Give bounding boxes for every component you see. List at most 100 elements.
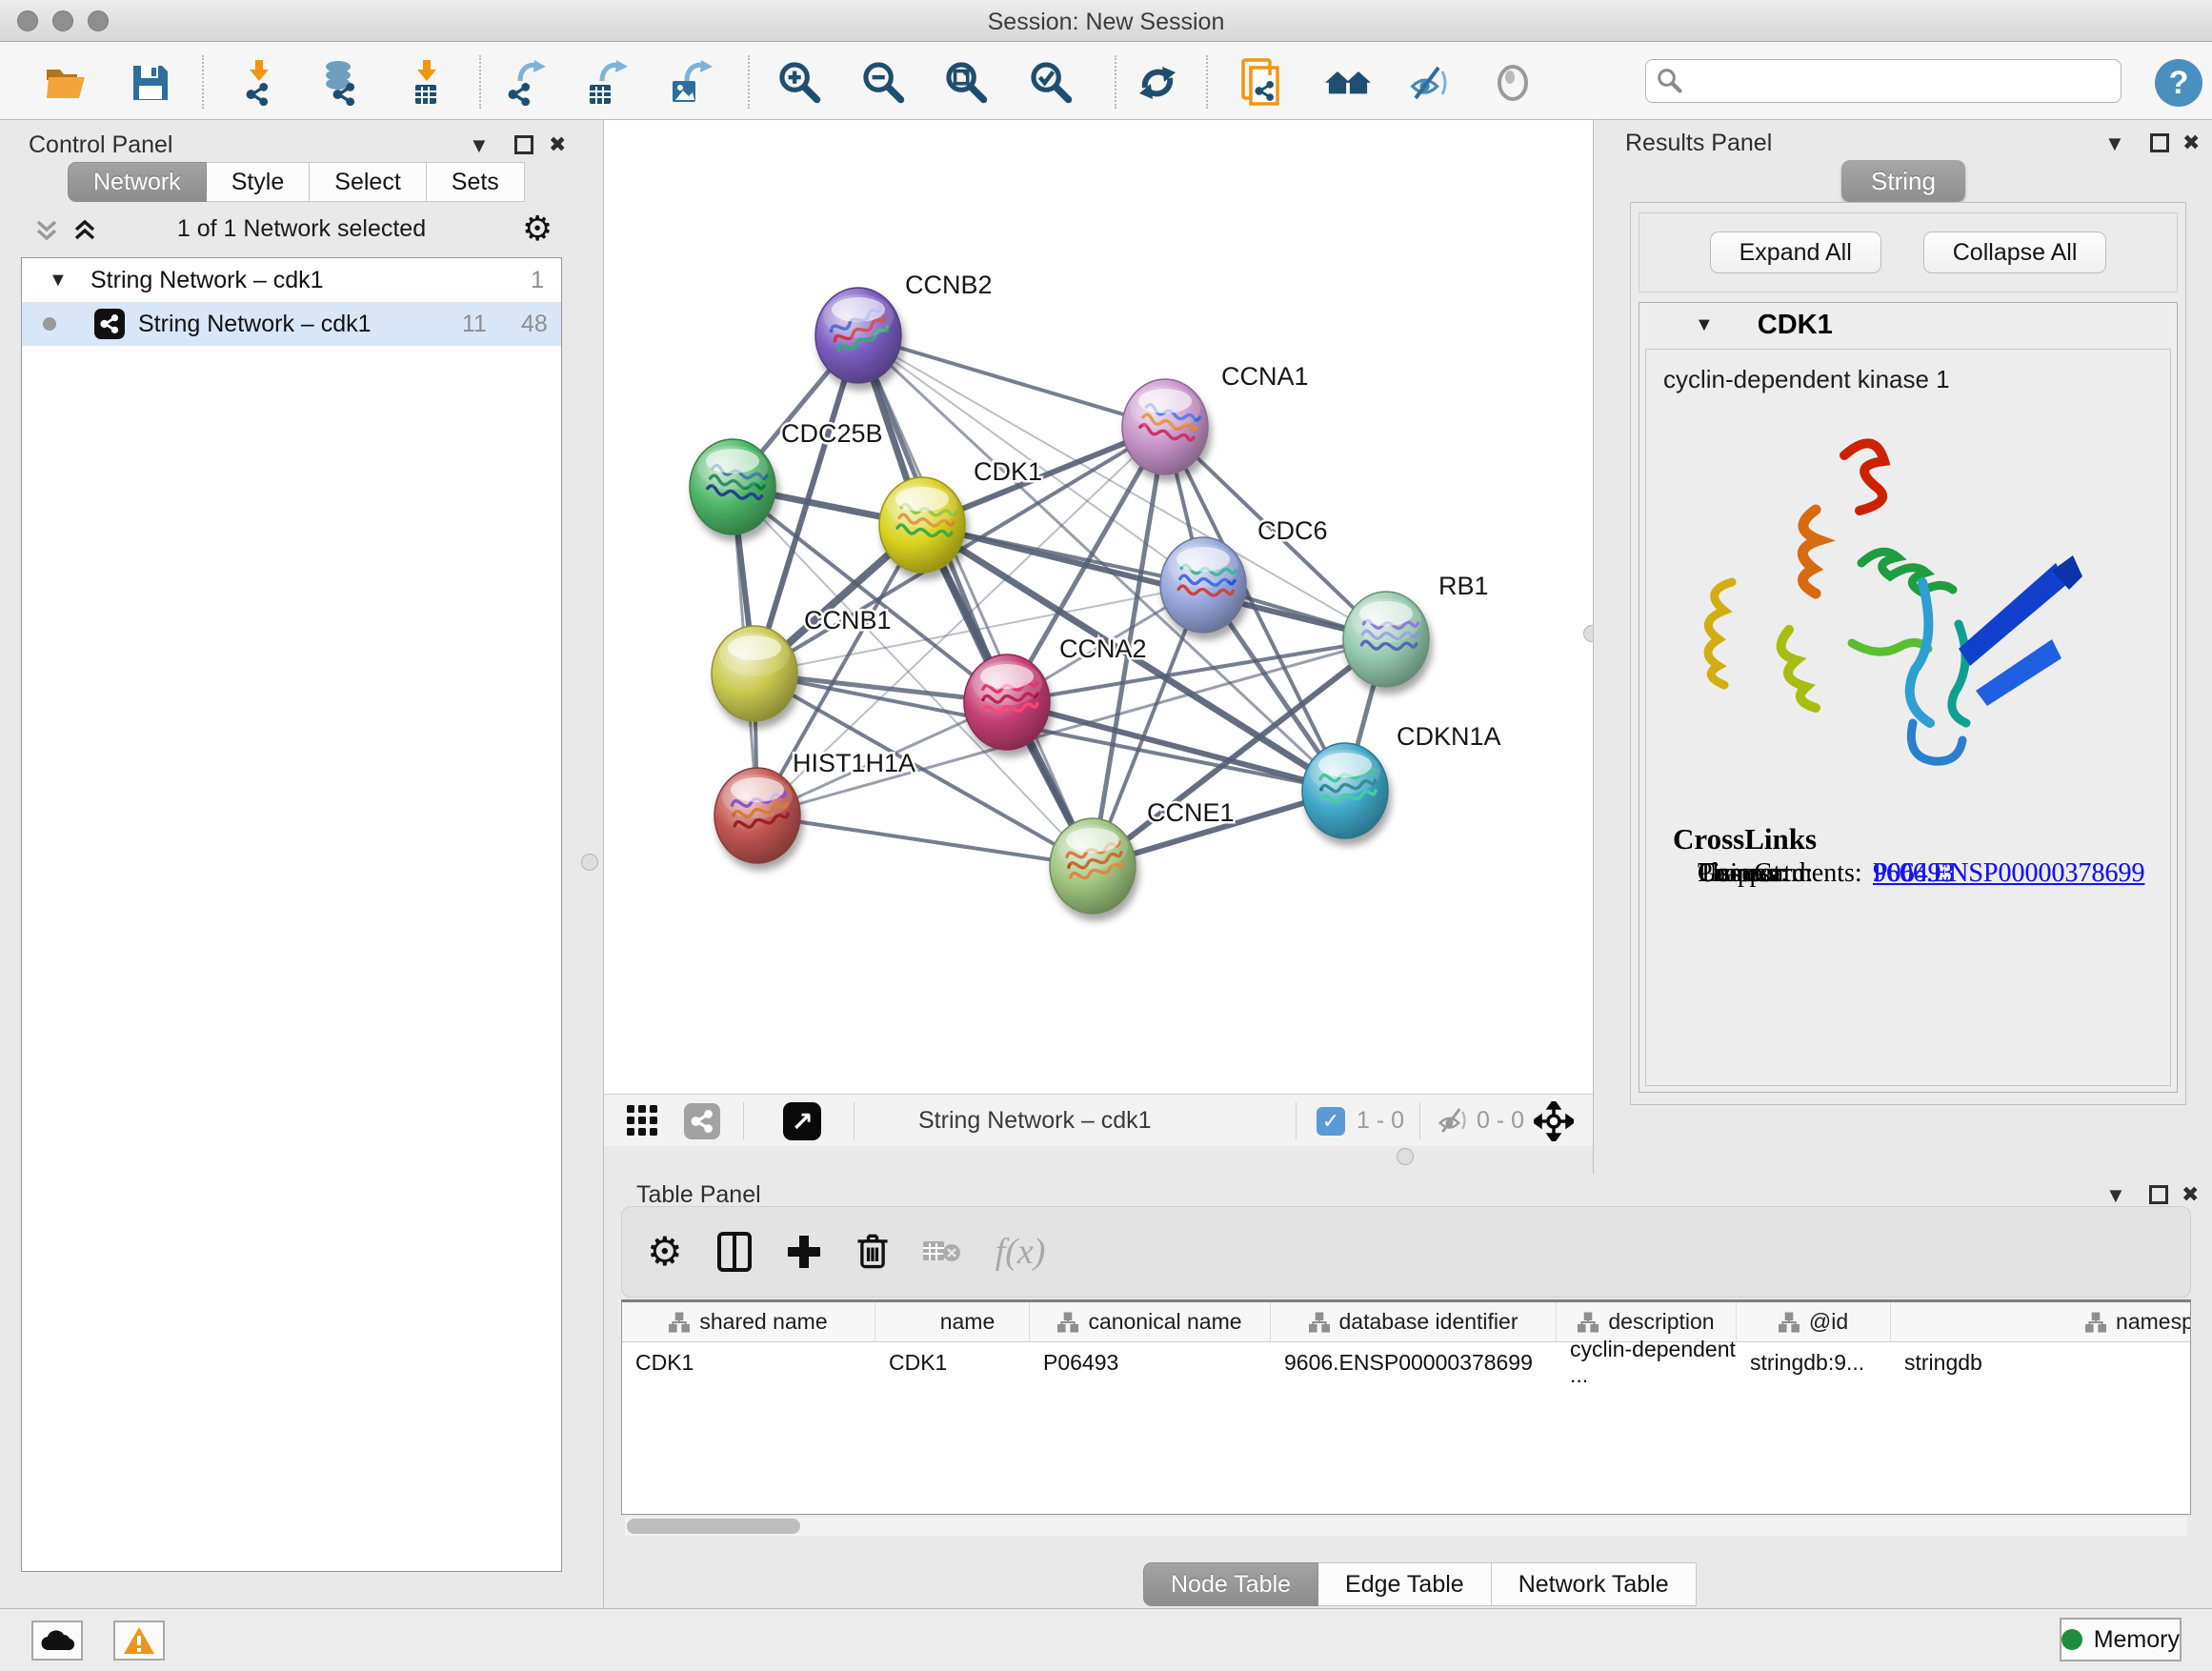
network-edge[interactable] xyxy=(858,335,1165,427)
table-header-row: shared name name canonical name database… xyxy=(622,1302,2190,1342)
save-session-icon[interactable] xyxy=(127,59,174,107)
network-node-cdc25b[interactable] xyxy=(690,439,775,534)
show-columns-icon[interactable] xyxy=(717,1232,752,1272)
delete-table-icon[interactable] xyxy=(923,1238,961,1266)
network-node-ccna1[interactable] xyxy=(1122,379,1208,474)
help-icon[interactable]: ? xyxy=(2155,59,2202,107)
expand-all-button[interactable]: Expand All xyxy=(1710,232,1881,273)
delete-column-icon[interactable] xyxy=(856,1233,889,1271)
column-header[interactable]: shared name xyxy=(622,1302,875,1341)
zoom-in-icon[interactable] xyxy=(776,59,824,107)
control-panel-tab[interactable]: Select xyxy=(310,162,426,202)
control-panel-tab[interactable]: Network xyxy=(68,162,207,202)
selected-items-checkbox-icon[interactable]: ✓ xyxy=(1317,1107,1345,1136)
panel-float-icon[interactable] xyxy=(2149,1185,2168,1204)
network-node-rb1[interactable] xyxy=(1343,592,1429,687)
zoom-fit-icon[interactable] xyxy=(943,59,991,107)
column-header[interactable]: namespace xyxy=(1891,1302,2191,1341)
table-tab[interactable]: Network Table xyxy=(1492,1562,1697,1606)
left-splitter-handle[interactable] xyxy=(581,854,598,871)
detach-view-icon[interactable]: ↗ xyxy=(783,1102,821,1140)
import-network-file-icon[interactable] xyxy=(236,59,284,107)
export-network-icon[interactable] xyxy=(503,59,551,107)
bottom-splitter-handle[interactable] xyxy=(1397,1148,1414,1165)
network-node-ccnb2[interactable] xyxy=(815,288,901,383)
table-cell[interactable]: stringdb xyxy=(1891,1342,2191,1382)
column-header[interactable]: @id xyxy=(1737,1302,1891,1341)
crosslink-link[interactable]: P06493 xyxy=(1873,858,1955,889)
warnings-button[interactable] xyxy=(113,1621,165,1661)
birds-eye-view-icon[interactable] xyxy=(1534,1101,1574,1141)
column-header[interactable]: database identifier xyxy=(1271,1302,1557,1341)
network-node-cdkn1a[interactable] xyxy=(1302,743,1388,838)
export-image-icon[interactable] xyxy=(668,59,715,107)
search-field[interactable] xyxy=(1645,59,2122,103)
main-toolbar: ? xyxy=(0,42,2212,120)
table-cell[interactable]: 9606.ENSP00000378699 xyxy=(1271,1342,1557,1382)
gene-section-header[interactable]: ▼ CDK1 xyxy=(1639,303,2177,347)
network-node-ccne1[interactable] xyxy=(1050,818,1136,914)
table-row[interactable]: CDK1 CDK1 P06493 9606.ENSP00000378699 cy… xyxy=(622,1342,2190,1382)
scrollbar-thumb[interactable] xyxy=(627,1519,800,1534)
home-icon[interactable] xyxy=(1323,59,1371,107)
collapse-all-button[interactable]: Collapse All xyxy=(1923,232,2107,273)
panel-close-icon[interactable]: ✖ xyxy=(2182,131,2200,155)
table-cell[interactable]: cyclin-dependent ... xyxy=(1557,1342,1737,1382)
network-options-gear-icon[interactable]: ⚙ xyxy=(522,211,553,246)
collection-expander-icon[interactable]: ▼ xyxy=(49,270,68,292)
table-tab[interactable]: Edge Table xyxy=(1318,1562,1492,1606)
network-node-cdc6[interactable] xyxy=(1160,537,1246,633)
section-expander-icon[interactable]: ▼ xyxy=(1695,314,1714,336)
panel-close-icon[interactable]: ✖ xyxy=(2182,1182,2199,1207)
create-column-icon[interactable] xyxy=(786,1234,822,1270)
crosslinks-title: CrossLinks xyxy=(1673,822,1817,856)
string-network-badge-icon xyxy=(94,309,125,339)
results-tab-string[interactable]: String xyxy=(1841,160,1965,202)
table-cell[interactable]: CDK1 xyxy=(622,1342,875,1382)
search-input[interactable] xyxy=(1682,68,2101,94)
cloud-status-button[interactable] xyxy=(31,1621,83,1661)
control-panel-tab[interactable]: Style xyxy=(207,162,311,202)
grid-view-icon[interactable] xyxy=(627,1105,659,1137)
table-options-gear-icon[interactable]: ⚙ xyxy=(647,1232,683,1272)
network-document-icon[interactable] xyxy=(1238,59,1286,107)
network-node-hist1h1a[interactable] xyxy=(714,768,800,863)
network-row[interactable]: String Network – cdk1 11 48 xyxy=(22,302,561,346)
refresh-icon[interactable] xyxy=(1134,59,1181,107)
network-canvas[interactable]: CCNB2CCNA1CDC25BCDK1CDC6RB1CCNB1CCNA2CDK… xyxy=(604,120,1593,1094)
column-header[interactable]: name xyxy=(875,1302,1030,1341)
tab-label: String xyxy=(1871,167,1936,196)
table-tab[interactable]: Node Table xyxy=(1143,1562,1318,1606)
import-table-file-icon[interactable] xyxy=(403,59,451,107)
memory-button[interactable]: Memory xyxy=(2060,1618,2182,1661)
column-header[interactable]: description xyxy=(1557,1302,1737,1341)
zoom-selected-icon[interactable] xyxy=(1028,59,1076,107)
export-table-icon[interactable] xyxy=(585,59,633,107)
table-cell[interactable]: CDK1 xyxy=(875,1342,1030,1382)
open-session-icon[interactable] xyxy=(43,59,90,107)
panel-float-icon[interactable] xyxy=(514,135,533,154)
panel-menu-icon[interactable]: ▼ xyxy=(2104,131,2125,156)
network-node-ccnb1[interactable] xyxy=(712,626,797,721)
network-edge[interactable] xyxy=(858,335,1093,866)
network-edge[interactable] xyxy=(757,815,1093,866)
hidden-items-eye-slash-icon[interactable] xyxy=(1435,1106,1469,1135)
panel-float-icon[interactable] xyxy=(2150,133,2169,152)
network-collection-row[interactable]: ▼ String Network – cdk1 1 xyxy=(22,258,561,302)
show-graphics-details-icon[interactable] xyxy=(1489,59,1537,107)
table-cell[interactable]: stringdb:9... xyxy=(1737,1342,1891,1382)
panel-menu-icon[interactable]: ▼ xyxy=(469,133,490,158)
panel-close-icon[interactable]: ✖ xyxy=(549,132,566,157)
network-node-cdk1[interactable] xyxy=(879,477,965,573)
network-node-ccna2[interactable] xyxy=(964,654,1050,750)
zoom-out-icon[interactable] xyxy=(860,59,908,107)
table-cell[interactable]: P06493 xyxy=(1030,1342,1271,1382)
import-network-database-icon[interactable] xyxy=(316,59,364,107)
control-panel-tab[interactable]: Sets xyxy=(427,162,525,202)
function-builder-icon[interactable]: f(x) xyxy=(995,1231,1046,1273)
panel-menu-icon[interactable]: ▼ xyxy=(2105,1183,2126,1208)
string-view-badge-icon[interactable] xyxy=(684,1103,720,1139)
column-header[interactable]: canonical name xyxy=(1030,1302,1271,1341)
table-horizontal-scrollbar[interactable] xyxy=(625,1517,2187,1536)
hide-graphics-details-icon[interactable] xyxy=(1404,59,1452,107)
